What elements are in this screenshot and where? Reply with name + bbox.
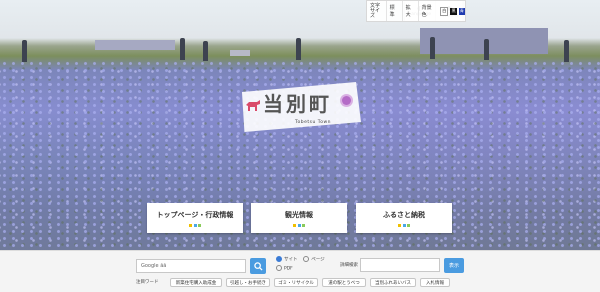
keyword-link[interactable]: 当別ふれあいバス bbox=[370, 278, 416, 287]
detail-search-button[interactable]: 表示 bbox=[444, 258, 464, 273]
nav-card-tourism[interactable]: 観光情報 bbox=[251, 203, 347, 233]
search-area: Google ãã サイト ページ PDF 詳細検索 表示 注目ワード 新築住宅… bbox=[0, 250, 600, 292]
size-normal-button[interactable]: 標準 bbox=[387, 1, 403, 21]
detail-search-input[interactable] bbox=[360, 258, 440, 272]
detail-search-label: 詳細検索 bbox=[340, 263, 358, 268]
size-large-button[interactable]: 拡大 bbox=[403, 1, 419, 21]
color-dots bbox=[293, 223, 305, 227]
display-options: 文字サイズ 標準 拡大 背景色 白 黒 青 bbox=[366, 0, 466, 22]
bg-color-label: 背景色 bbox=[421, 5, 432, 18]
text-size-label: 文字サイズ bbox=[367, 1, 387, 21]
bg-white-button[interactable]: 白 bbox=[440, 6, 449, 16]
bg-black-button[interactable]: 黒 bbox=[450, 7, 457, 15]
keyword-link[interactable]: 入札情報 bbox=[420, 278, 450, 287]
color-dots bbox=[189, 223, 201, 227]
keyword-link[interactable]: ゴミ・リサイクル bbox=[274, 278, 318, 287]
search-input[interactable]: Google ãã bbox=[136, 259, 246, 273]
keywords-label: 注目ワード bbox=[136, 280, 159, 285]
search-button[interactable] bbox=[250, 258, 266, 274]
radio-pdf[interactable] bbox=[276, 264, 282, 271]
town-subtitle: Tobetsu Town bbox=[295, 120, 332, 125]
color-dots bbox=[398, 223, 410, 227]
nav-card-administration[interactable]: トップページ・行政情報 bbox=[147, 203, 243, 233]
keyword-link[interactable]: 引越し・お手続き bbox=[226, 278, 270, 287]
keyword-link[interactable]: 新築住宅購入助成金 bbox=[170, 278, 222, 287]
keyword-link[interactable]: 道の駅とうべつ bbox=[322, 278, 366, 287]
radio-page[interactable] bbox=[303, 256, 310, 262]
search-scope-radios: サイト ページ PDF bbox=[276, 256, 325, 273]
town-name: 当別町 bbox=[263, 92, 332, 116]
search-icon bbox=[253, 261, 263, 271]
bg-blue-button[interactable]: 青 bbox=[458, 7, 466, 15]
flower-icon bbox=[342, 96, 351, 105]
nav-card-hometown-tax[interactable]: ふるさと納税 bbox=[356, 203, 452, 233]
horse-icon bbox=[246, 100, 260, 111]
radio-site[interactable] bbox=[276, 256, 282, 262]
